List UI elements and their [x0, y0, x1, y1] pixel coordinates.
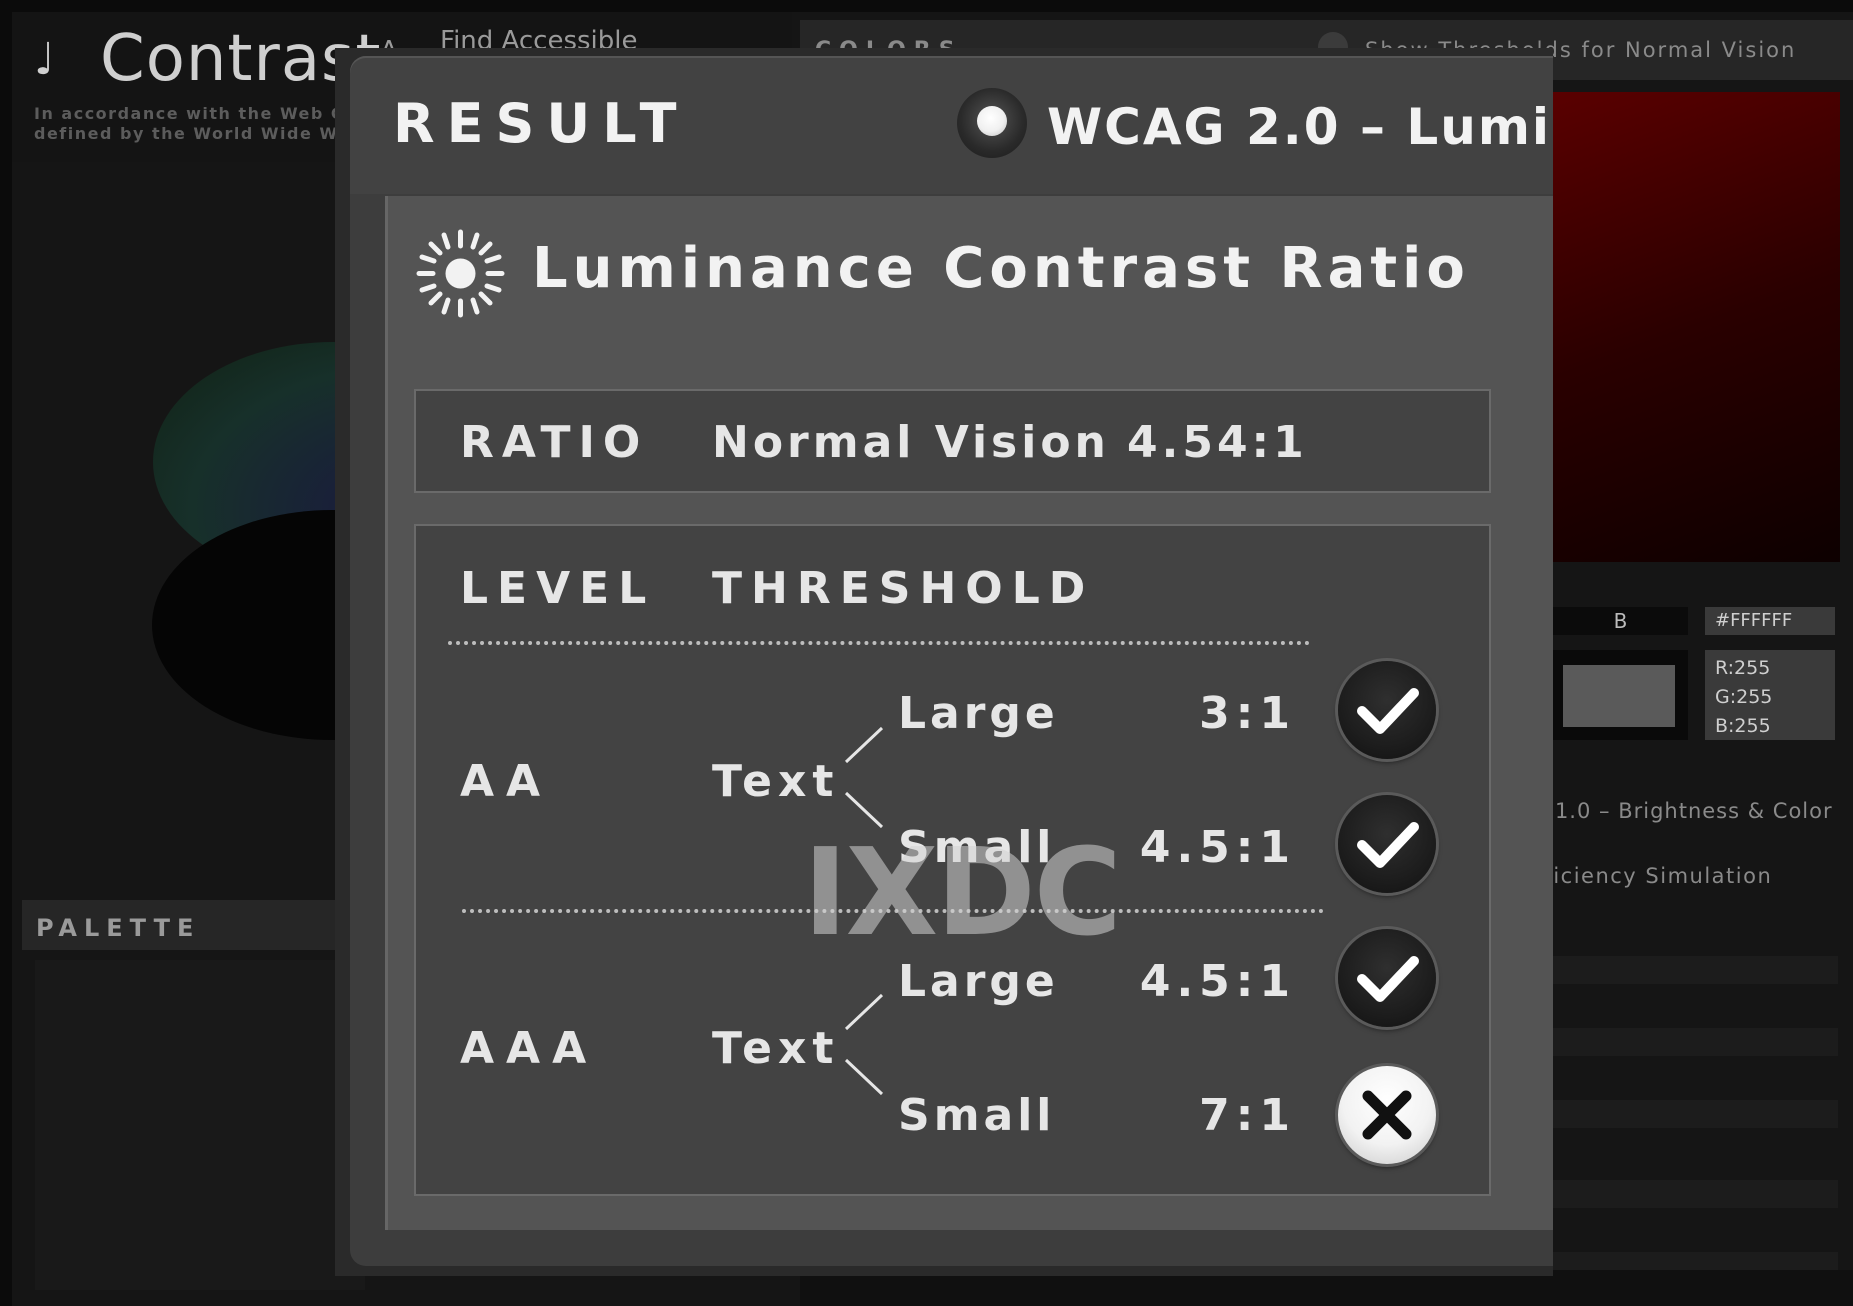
option-row[interactable] [1553, 1028, 1838, 1056]
radio-dot [977, 106, 1007, 136]
ratio-label: RATIO [460, 417, 649, 468]
hex-input[interactable]: #FFFFFF [1705, 607, 1835, 635]
blue-channel-tab[interactable]: B [1553, 607, 1688, 635]
level-aa-label: AA [460, 756, 553, 807]
level-aaa-text-label: Text [712, 1023, 840, 1074]
aa-large-threshold: 3:1 [1199, 688, 1296, 739]
wcag2-mode-label[interactable]: WCAG 2.0 – Luminance [1047, 98, 1553, 156]
header-divider [448, 641, 1310, 645]
aa-small-threshold: 4.5:1 [1139, 822, 1296, 873]
ratio-vision-label: Normal Vision [712, 417, 1110, 468]
checkmark-icon [1338, 795, 1436, 893]
color-deficiency-label[interactable]: eficiency Simulation [1530, 864, 1772, 888]
color-swatch-inner [1563, 665, 1675, 727]
app-subtitle: In accordance with the Web Co defined by… [34, 104, 357, 144]
aaa-small-label: Small [898, 1090, 1056, 1141]
watermark: IXDC [803, 824, 1122, 963]
checkmark-icon [1338, 929, 1436, 1027]
level-header: LEVEL [460, 563, 656, 614]
aaa-large-threshold: 4.5:1 [1139, 956, 1296, 1007]
palette-area[interactable] [35, 960, 365, 1290]
aa-large-label: Large [898, 688, 1059, 739]
level-aa-text-label: Text [712, 756, 840, 807]
ratio-value: 4.54:1 [1127, 417, 1308, 468]
option-row[interactable] [1553, 1180, 1838, 1208]
app-subtitle-line2: defined by the World Wide We [34, 124, 351, 143]
luminance-contrast-heading: Luminance Contrast Ratio [532, 236, 1470, 301]
rgb-readout: R:255 G:255 B:255 [1705, 650, 1835, 740]
threshold-header: THRESHOLD [712, 563, 1095, 614]
aaa-small-threshold: 7:1 [1199, 1090, 1296, 1141]
sun-icon [416, 229, 505, 318]
contrast-logo-icon: ♩ [34, 34, 55, 85]
wcag1-mode-label[interactable]: G 1.0 – Brightness & Color [1530, 799, 1833, 823]
app-subtitle-line1: In accordance with the Web Co [34, 104, 357, 123]
checkmark-icon [1338, 661, 1436, 759]
aaa-large-label: Large [898, 956, 1059, 1007]
level-aaa-label: AAA [460, 1023, 599, 1074]
aa-branch-lines [844, 726, 884, 829]
color-picker-area[interactable] [1553, 92, 1840, 562]
option-row[interactable] [1553, 1100, 1838, 1128]
option-row[interactable] [1553, 956, 1838, 984]
rgb-b: B:255 [1715, 715, 1771, 737]
aaa-branch-lines [844, 993, 884, 1096]
x-mark-icon [1338, 1066, 1436, 1164]
palette-label: PALETTE [36, 914, 201, 942]
rgb-r: R:255 [1715, 657, 1771, 679]
result-title: RESULT [393, 92, 689, 155]
rgb-g: G:255 [1715, 686, 1773, 708]
